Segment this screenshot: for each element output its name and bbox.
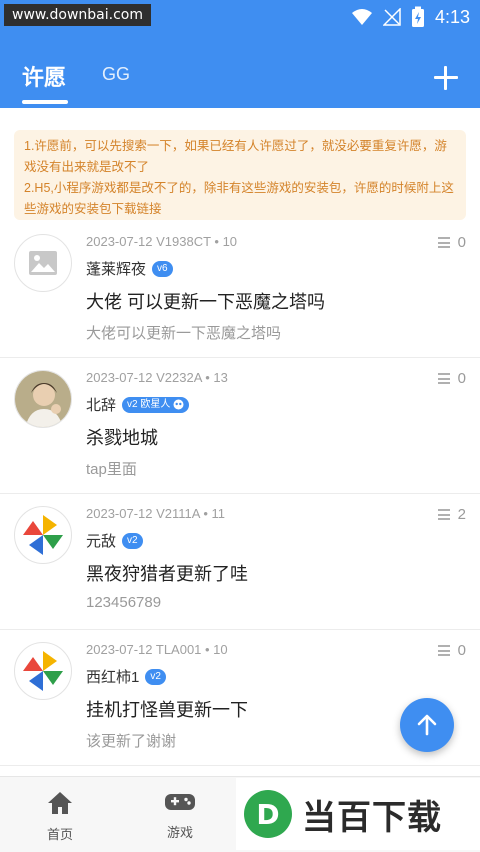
brand-watermark: D 当百下载 bbox=[236, 778, 480, 850]
wish-list: 2023-07-12 V1938CT • 10 蓬莱辉夜 v6 大佬 可以更新一… bbox=[0, 222, 480, 766]
comment-list-icon bbox=[437, 237, 450, 248]
level-badge: v6 bbox=[152, 260, 173, 277]
level-badge-label: v2 欧星人 bbox=[127, 398, 171, 410]
comment-list-icon bbox=[437, 373, 450, 384]
list-item[interactable]: 2023-07-12 V2232A • 13 北辞 v2 欧星人 杀戮地城 ta… bbox=[0, 358, 480, 494]
brand-logo-letter: D bbox=[256, 798, 279, 831]
level-badge: v2 欧星人 bbox=[122, 396, 190, 413]
gamepad-icon bbox=[165, 794, 195, 810]
home-icon bbox=[48, 792, 72, 814]
comment-list-icon bbox=[437, 645, 450, 656]
status-time: 4:13 bbox=[434, 6, 470, 27]
post-body: 该更新了谢谢 bbox=[86, 733, 177, 750]
avatar[interactable] bbox=[14, 370, 72, 428]
post-title: 黑夜狩猎者更新了哇 bbox=[86, 564, 248, 584]
comment-count: 0 bbox=[437, 642, 466, 659]
tab-gg[interactable]: GG bbox=[102, 64, 130, 85]
comment-count-value: 0 bbox=[457, 642, 466, 659]
pinwheel-logo-icon bbox=[23, 651, 63, 691]
app-header: www.downbai.com 4:13 许愿 GG bbox=[0, 0, 480, 108]
battery-charging-icon bbox=[411, 6, 424, 27]
post-meta: 2023-07-12 V2232A • 13 bbox=[86, 370, 228, 385]
list-item[interactable]: 2023-07-12 V2111A • 11 元敌 v2 黑夜狩猎者更新了哇 1… bbox=[0, 494, 480, 630]
nav-games[interactable]: 游戏 bbox=[140, 791, 220, 841]
comment-count: 2 bbox=[437, 506, 466, 523]
post-title: 挂机打怪兽更新一下 bbox=[86, 700, 248, 720]
alien-icon bbox=[173, 399, 184, 410]
scroll-to-top-button[interactable] bbox=[400, 698, 454, 752]
comment-count-value: 0 bbox=[457, 234, 466, 251]
comment-list-icon bbox=[437, 509, 450, 520]
author-row: 西红柿1 v2 bbox=[86, 666, 166, 687]
post-title: 杀戮地城 bbox=[86, 428, 158, 448]
active-tab-indicator bbox=[22, 100, 68, 104]
comment-count: 0 bbox=[437, 234, 466, 251]
avatar[interactable] bbox=[14, 642, 72, 700]
list-item[interactable]: 2023-07-12 TLA001 • 10 西红柿1 v2 挂机打怪兽更新一下… bbox=[0, 630, 480, 766]
author-name[interactable]: 蓬莱辉夜 bbox=[86, 258, 146, 279]
status-bar: www.downbai.com 4:13 bbox=[0, 0, 480, 34]
add-wish-button[interactable] bbox=[432, 64, 460, 92]
wish-notice: 1.许愿前，可以先搜索一下，如果已经有人许愿过了，就没必要重复许愿，游戏没有出来… bbox=[14, 130, 466, 220]
arrow-up-icon bbox=[417, 714, 437, 736]
image-placeholder-icon bbox=[29, 251, 57, 275]
post-meta: 2023-07-12 V1938CT • 10 bbox=[86, 234, 238, 249]
author-row: 蓬莱辉夜 v6 bbox=[86, 258, 173, 279]
nav-home[interactable]: 首页 bbox=[20, 791, 100, 843]
author-name[interactable]: 西红柿1 bbox=[86, 666, 139, 687]
comment-count: 0 bbox=[437, 370, 466, 387]
level-badge: v2 bbox=[145, 668, 166, 685]
no-signal-icon bbox=[382, 8, 401, 26]
tab-wish[interactable]: 许愿 bbox=[22, 60, 66, 92]
notice-line-2: 2.H5,小程序游戏都是改不了的，除非有这些游戏的安装包，许愿的时候附上这些游戏… bbox=[24, 181, 454, 216]
author-name[interactable]: 元敌 bbox=[86, 530, 116, 551]
user-photo-avatar bbox=[15, 371, 71, 427]
post-body: 大佬可以更新一下恶魔之塔吗 bbox=[86, 325, 282, 342]
wifi-icon bbox=[351, 9, 372, 25]
post-body: 123456789 bbox=[86, 594, 162, 611]
post-body: tap里面 bbox=[86, 461, 137, 478]
avatar[interactable] bbox=[14, 234, 72, 292]
tab-bar: 许愿 GG bbox=[0, 50, 480, 108]
notice-line-1: 1.许愿前，可以先搜索一下，如果已经有人许愿过了，就没必要重复许愿，游戏没有出来… bbox=[24, 139, 447, 174]
author-row: 北辞 v2 欧星人 bbox=[86, 394, 190, 415]
status-icons: 4:13 bbox=[351, 4, 470, 30]
pinwheel-logo-icon bbox=[23, 515, 63, 555]
post-meta: 2023-07-12 V2111A • 11 bbox=[86, 506, 225, 521]
brand-text: 当百下载 bbox=[302, 797, 442, 838]
brand-logo-icon: D bbox=[244, 790, 292, 838]
avatar[interactable] bbox=[14, 506, 72, 564]
author-name[interactable]: 北辞 bbox=[86, 394, 116, 415]
watermark-url: www.downbai.com bbox=[4, 4, 151, 26]
list-item[interactable]: 2023-07-12 V1938CT • 10 蓬莱辉夜 v6 大佬 可以更新一… bbox=[0, 222, 480, 358]
level-badge: v2 bbox=[122, 532, 143, 549]
comment-count-value: 0 bbox=[457, 370, 466, 387]
nav-home-label: 首页 bbox=[46, 827, 73, 842]
nav-games-label: 游戏 bbox=[166, 825, 193, 840]
post-title: 大佬 可以更新一下恶魔之塔吗 bbox=[86, 292, 325, 312]
author-row: 元敌 v2 bbox=[86, 530, 143, 551]
post-meta: 2023-07-12 TLA001 • 10 bbox=[86, 642, 228, 657]
comment-count-value: 2 bbox=[457, 506, 466, 523]
